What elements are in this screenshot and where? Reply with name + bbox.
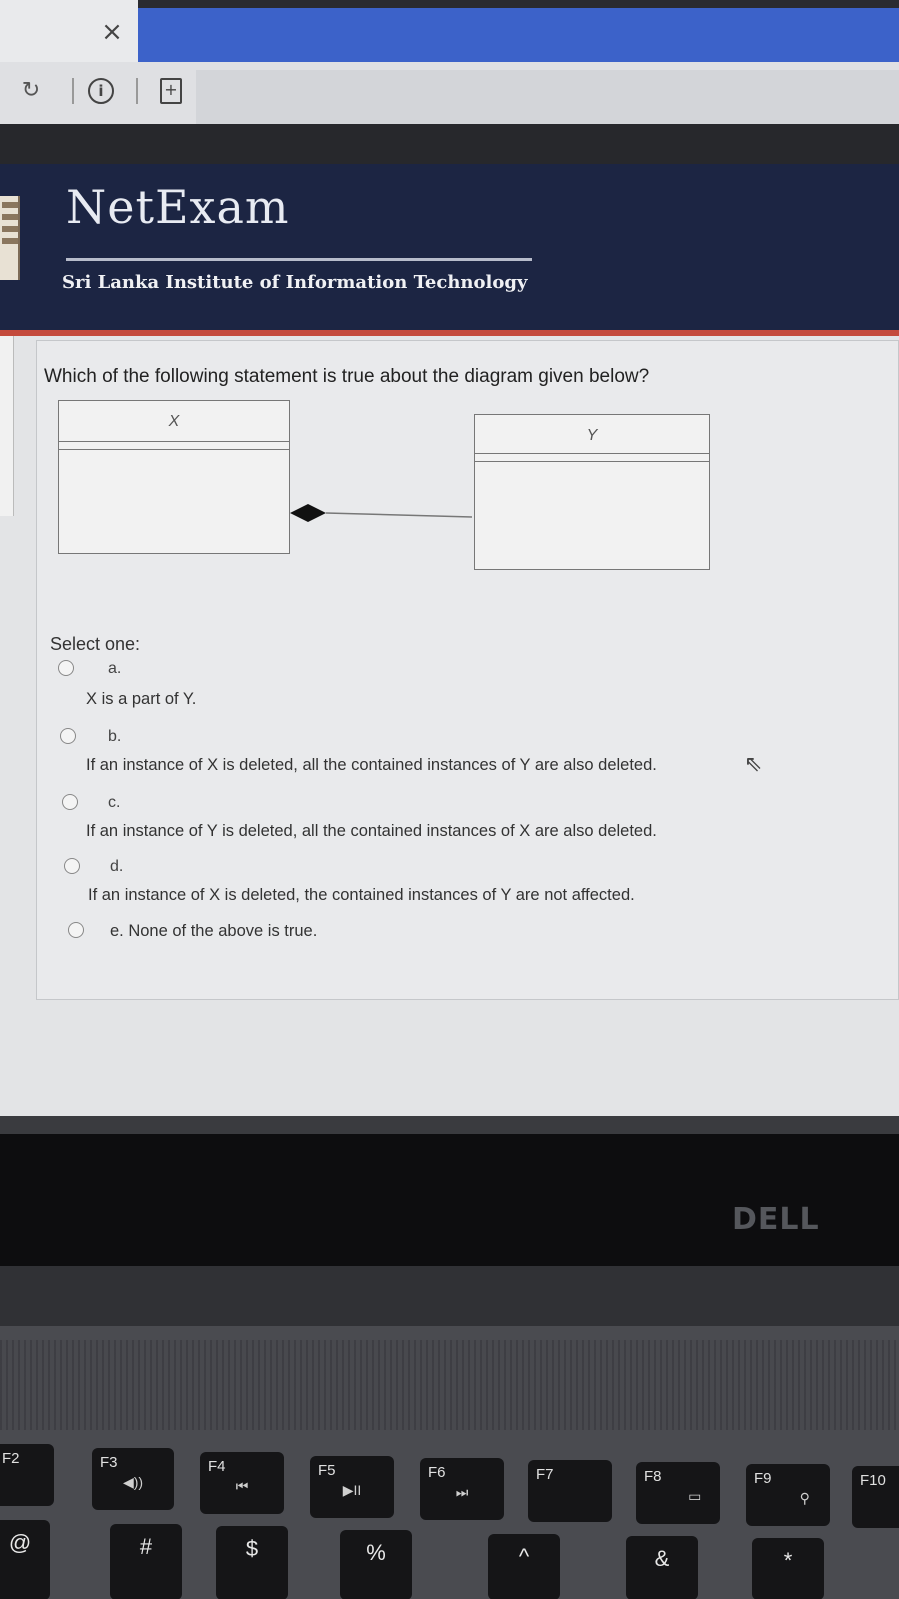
key-label: F8: [644, 1468, 662, 1485]
key-4[interactable]: $: [216, 1526, 288, 1599]
filled-diamond-icon: [290, 504, 326, 522]
select-one-label: Select one:: [50, 634, 141, 654]
browser-tab-bar: [138, 8, 899, 62]
info-icon[interactable]: i: [88, 78, 114, 104]
uml-class-x: X: [58, 400, 290, 554]
key-6[interactable]: ^: [488, 1534, 560, 1599]
key-f8[interactable]: F8 ▭: [636, 1462, 720, 1524]
key-label: F3: [100, 1454, 118, 1471]
option-b-letter: b.: [108, 728, 122, 745]
option-a-text[interactable]: X is a part of Y.: [86, 690, 196, 709]
divider: [72, 78, 74, 104]
key-label: F5: [318, 1462, 336, 1479]
dell-logo: DELL: [732, 1202, 820, 1237]
option-a-radio[interactable]: [58, 660, 74, 676]
mouse-cursor-icon: ⇖: [744, 752, 763, 777]
key-f7[interactable]: F7: [528, 1460, 612, 1522]
search-icon: ⚲: [799, 1490, 810, 1506]
option-c-radio[interactable]: [62, 794, 78, 810]
key-f10[interactable]: F10: [852, 1466, 899, 1528]
option-d-radio[interactable]: [64, 858, 80, 874]
option-b-text[interactable]: If an instance of X is deleted, all the …: [86, 756, 657, 775]
class-divider: [475, 453, 709, 454]
key-symbol: ^: [518, 1544, 530, 1569]
refresh-icon[interactable]: ↻: [16, 76, 46, 106]
key-label: F9: [754, 1470, 772, 1487]
option-e-radio[interactable]: [68, 922, 84, 938]
key-label: F6: [428, 1464, 446, 1481]
screen-edge: [0, 1116, 899, 1134]
option-d-letter: d.: [110, 858, 124, 875]
volume-icon: ◀)): [122, 1474, 144, 1490]
next-track-icon: ⏭: [455, 1484, 469, 1500]
uml-class-y: Y: [474, 414, 710, 570]
menu-icon[interactable]: [0, 196, 20, 280]
key-f3[interactable]: F3 ◀)): [92, 1448, 174, 1510]
site-logo[interactable]: NetExam: [66, 180, 290, 234]
previous-track-icon: ⏮: [235, 1478, 249, 1494]
option-a-letter: a.: [108, 660, 122, 677]
key-7[interactable]: &: [626, 1536, 698, 1599]
new-page-icon[interactable]: +: [160, 78, 182, 104]
browser-tab[interactable]: ×: [0, 0, 138, 62]
class-divider: [59, 441, 289, 442]
key-8[interactable]: *: [752, 1538, 824, 1599]
laptop-bezel: [0, 1116, 899, 1266]
key-2[interactable]: @: [0, 1520, 50, 1599]
class-name: X: [168, 413, 180, 430]
option-d-text[interactable]: If an instance of X is deleted, the cont…: [88, 886, 635, 905]
logo-underline: [66, 258, 532, 261]
composition-association: [290, 504, 473, 522]
option-c-letter: c.: [108, 794, 121, 811]
key-f2[interactable]: F2: [0, 1444, 54, 1506]
key-label: F4: [208, 1458, 226, 1475]
key-symbol: @: [8, 1530, 32, 1555]
laptop-hinge: [0, 1266, 899, 1326]
key-f5[interactable]: F5 ▶II: [310, 1456, 394, 1518]
key-symbol: #: [139, 1534, 153, 1559]
side-panel-edge: [0, 336, 14, 516]
toolbar: [0, 124, 899, 164]
key-label: F7: [536, 1466, 554, 1483]
key-f4[interactable]: F4 ⏮: [200, 1452, 284, 1514]
class-divider: [59, 449, 289, 450]
class-name: Y: [586, 427, 598, 444]
option-e-text[interactable]: e. None of the above is true.: [110, 922, 317, 941]
key-symbol: *: [783, 1548, 793, 1573]
address-field[interactable]: [196, 70, 899, 124]
key-label: F2: [2, 1450, 20, 1467]
key-label: F10: [860, 1472, 886, 1489]
option-c-text[interactable]: If an instance of Y is deleted, all the …: [86, 822, 657, 841]
key-3[interactable]: #: [110, 1524, 182, 1599]
key-symbol: $: [245, 1536, 259, 1561]
key-5[interactable]: %: [340, 1530, 412, 1599]
institute-name: Sri Lanka Institute of Information Techn…: [62, 272, 528, 293]
association-line: [325, 512, 473, 518]
key-symbol: %: [366, 1540, 386, 1565]
display-switch-icon: ▭: [688, 1488, 702, 1504]
key-f9[interactable]: F9 ⚲: [746, 1464, 830, 1526]
question-text: Which of the following statement is true…: [44, 366, 650, 387]
class-divider: [475, 461, 709, 462]
divider: [136, 78, 138, 104]
key-f6[interactable]: F6 ⏭: [420, 1458, 504, 1520]
play-pause-icon: ▶II: [342, 1482, 362, 1498]
option-b-radio[interactable]: [60, 728, 76, 744]
close-icon[interactable]: ×: [98, 18, 126, 46]
key-symbol: &: [654, 1546, 670, 1571]
speaker-grille: [0, 1340, 899, 1430]
